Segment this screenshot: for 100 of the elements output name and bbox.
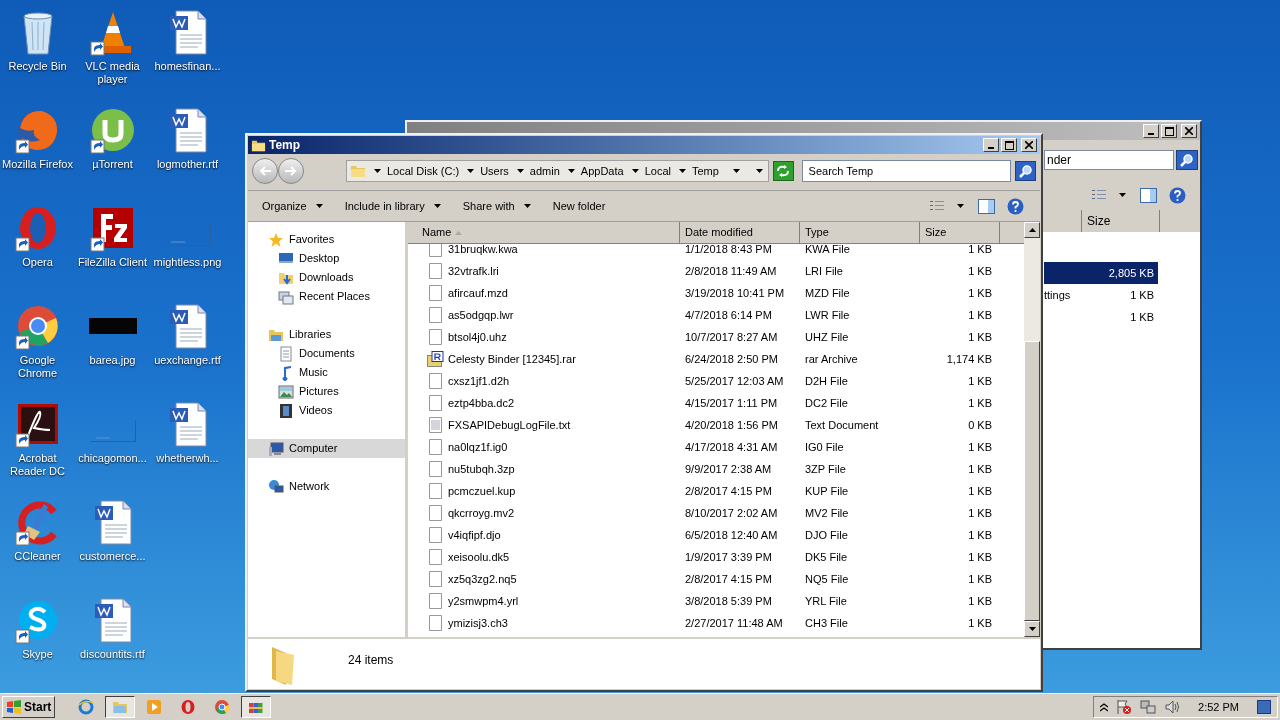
preview-pane-button[interactable] xyxy=(978,198,995,214)
desktop-shortcut[interactable]: customerce... xyxy=(75,490,150,588)
nav-item[interactable]: Documents xyxy=(248,344,405,363)
scroll-down-icon xyxy=(1028,627,1036,631)
file-name[interactable]: xz5q3zg2.nq5 xyxy=(448,570,517,588)
file-date: 1/9/2017 3:39 PM xyxy=(684,549,773,565)
breadcrumb-item[interactable]: admin xyxy=(529,162,560,180)
view-options-button[interactable] xyxy=(1089,189,1128,201)
file-name[interactable]: 32vtrafk.lri xyxy=(448,262,499,280)
file-name[interactable]: eztp4bba.dc2 xyxy=(448,394,515,412)
nav-item[interactable]: Videos xyxy=(248,401,405,420)
nav-item[interactable]: Pictures xyxy=(248,382,405,401)
file-name[interactable]: btsol4j0.uhz xyxy=(448,328,507,346)
close-button[interactable] xyxy=(1021,138,1037,152)
column-header[interactable]: Size xyxy=(920,222,1000,244)
desktop-shortcut[interactable]: barea.jpg xyxy=(75,294,150,392)
maximize-button[interactable] xyxy=(1161,124,1177,138)
breadcrumb-item[interactable]: Users xyxy=(480,162,509,180)
nav-item[interactable]: Desktop xyxy=(248,249,405,268)
refresh-icon xyxy=(776,165,791,177)
minimize-button[interactable] xyxy=(983,138,999,152)
desktop-shortcut[interactable]: Google Chrome xyxy=(0,294,75,392)
file-name[interactable]: xeisoolu.dk5 xyxy=(448,548,510,566)
scrollbar[interactable] xyxy=(1024,222,1040,637)
file-name[interactable]: ymizisj3.ch3 xyxy=(448,614,508,632)
file-name[interactable]: qkcrroyg.mv2 xyxy=(448,504,515,522)
search-field[interactable]: nder xyxy=(1044,150,1174,170)
file-name[interactable]: y2smwpm4.yrl xyxy=(448,592,519,610)
breadcrumb-item[interactable]: Temp xyxy=(691,162,719,180)
nav-item[interactable]: Computer xyxy=(248,439,405,458)
breadcrumb-item[interactable]: Local Disk (C:) xyxy=(387,162,460,180)
desktop-shortcut[interactable]: Recycle Bin xyxy=(0,0,75,98)
file-name[interactable]: Celesty Binder [12345].rar xyxy=(448,350,576,368)
column-header[interactable]: Type xyxy=(800,222,920,244)
nav-item[interactable]: Network xyxy=(248,477,405,496)
desktop-shortcut[interactable]: FileZilla Client xyxy=(75,196,150,294)
column-header[interactable]: Size xyxy=(1082,210,1160,232)
back-button[interactable] xyxy=(252,158,278,184)
toolbar-button[interactable]: Include in library xyxy=(334,194,451,218)
breadcrumb-item[interactable]: AppData xyxy=(580,162,624,180)
toolbar-button[interactable]: Share with xyxy=(452,194,541,218)
desktop-shortcut[interactable]: mightless.png xyxy=(150,196,225,294)
file-name[interactable]: afircauf.mzd xyxy=(448,284,508,302)
desktop-shortcut[interactable]: Opera xyxy=(0,196,75,294)
search-button[interactable] xyxy=(1015,161,1036,181)
file-date: 3/19/2018 10:41 PM xyxy=(684,285,786,301)
file-row[interactable]: 1 KB xyxy=(1044,306,1158,328)
column-header[interactable]: Date modified xyxy=(680,222,800,244)
desktop-shortcut[interactable]: homesfinan... xyxy=(150,0,225,98)
file-name[interactable]: pcmczuel.kup xyxy=(448,482,516,500)
refresh-button[interactable] xyxy=(772,161,794,181)
file-name[interactable]: nu5tubqh.3zp xyxy=(448,460,515,478)
toolbar-button[interactable]: Organize xyxy=(252,194,333,218)
column-header[interactable]: Name xyxy=(408,222,680,244)
file-name[interactable]: v4iqfipf.djo xyxy=(448,526,501,544)
desktop-shortcut[interactable]: Mozilla Firefox xyxy=(0,98,75,196)
desktop-shortcut[interactable]: µTorrent xyxy=(75,98,150,196)
clock[interactable]: 2:52 PM xyxy=(1188,698,1249,716)
file-name[interactable]: as5odgqp.lwr xyxy=(448,306,514,324)
scroll-thumb[interactable] xyxy=(1024,341,1040,621)
toolbar-button[interactable]: New folder xyxy=(542,194,616,218)
nav-item[interactable]: Favorites xyxy=(248,230,405,249)
desktop-shortcut[interactable]: VLC media player xyxy=(75,0,150,98)
start-button[interactable]: Start xyxy=(2,696,56,718)
close-button[interactable] xyxy=(1181,124,1197,138)
file-name[interactable]: FXSAPIDebugLogFile.txt xyxy=(448,416,571,434)
chevron-up-icon[interactable] xyxy=(1100,702,1109,712)
desktop-shortcut[interactable]: whetherwh... xyxy=(150,392,225,490)
file-name[interactable]: na0lqz1f.ig0 xyxy=(448,438,508,456)
file-name[interactable]: 31bruqkw.kwa xyxy=(448,244,518,258)
view-options-button[interactable] xyxy=(927,200,966,212)
speaker-icon[interactable] xyxy=(1164,699,1181,715)
desktop-shortcut[interactable]: CCleaner xyxy=(0,490,75,588)
address-bar[interactable]: Local Disk (C:) Users admin AppData Local Temp xyxy=(346,160,769,182)
nav-item[interactable]: Recent Places xyxy=(248,287,405,306)
maximize-button[interactable] xyxy=(1001,138,1017,152)
file-icon xyxy=(429,263,442,279)
caret-icon xyxy=(374,169,381,173)
help-button[interactable] xyxy=(1169,186,1186,204)
desktop-shortcut[interactable]: logmother.rtf xyxy=(150,98,225,196)
file-row[interactable]: ttings 1 KB xyxy=(1044,284,1158,306)
forward-button[interactable] xyxy=(278,158,304,184)
search-field[interactable]: Search Temp xyxy=(801,160,1011,182)
nav-item[interactable]: Downloads xyxy=(248,268,405,287)
file-row[interactable]: 2,805 KB xyxy=(1044,262,1158,284)
desktop-shortcut[interactable]: uexchange.rtf xyxy=(150,294,225,392)
network-icon[interactable] xyxy=(1140,699,1157,715)
nav-item[interactable]: Libraries xyxy=(248,325,405,344)
minimize-button[interactable] xyxy=(1143,124,1159,138)
file-name[interactable]: cxsz1jf1.d2h xyxy=(448,372,510,390)
flag-error-icon[interactable] xyxy=(1116,699,1133,715)
search-button[interactable] xyxy=(1176,150,1198,170)
desktop-shortcut[interactable]: chicagomon... xyxy=(75,392,150,490)
taskbar-button[interactable] xyxy=(105,696,136,718)
help-button[interactable] xyxy=(1007,197,1024,215)
taskbar-button[interactable] xyxy=(241,696,272,718)
breadcrumb-item[interactable]: Local xyxy=(644,162,671,180)
preview-pane-button[interactable] xyxy=(1140,187,1157,203)
nav-item[interactable]: Music xyxy=(248,363,405,382)
desktop-shortcut[interactable]: Acrobat Reader DC xyxy=(0,392,75,490)
